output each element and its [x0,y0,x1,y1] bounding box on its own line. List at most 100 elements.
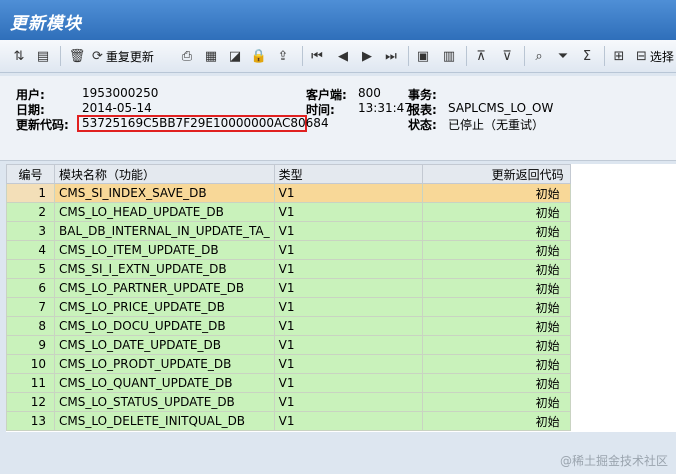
row-number-cell[interactable]: 3 [6,221,55,241]
module-name-cell[interactable]: CMS_LO_DELETE_INITQUAL_DB [54,411,275,431]
delete-icon[interactable]: 🗑 [68,46,86,66]
type-cell[interactable]: V1 [273,297,423,317]
column-header-number[interactable]: 编号 [6,164,55,184]
select-all-icon[interactable]: ⊞ [610,46,628,66]
table-row[interactable]: 8 CMS_LO_DOCU_UPDATE_DB V1 初始 [6,316,571,336]
printer-icon[interactable]: ⎙ [178,46,196,66]
status-value: 已停止（无重试） [448,118,545,132]
export-icon[interactable]: ⇪ [274,46,292,66]
date-value: 2014-05-14 [82,101,152,115]
row-number-cell[interactable]: 7 [6,297,55,317]
type-cell[interactable]: V1 [273,335,423,355]
select-button[interactable]: ⊟ 选择 [636,46,674,66]
module-name-cell[interactable]: BAL_DB_INTERNAL_IN_UPDATE_TA_ [54,221,275,241]
return-code-cell[interactable]: 初始 [421,411,571,431]
table-row[interactable]: 11 CMS_LO_QUANT_UPDATE_DB V1 初始 [6,373,571,393]
row-number-cell[interactable]: 13 [6,411,55,431]
return-code-cell[interactable]: 初始 [421,259,571,279]
type-cell[interactable]: V1 [273,259,423,279]
module-name-cell[interactable]: CMS_LO_PRODT_UPDATE_DB [54,354,275,374]
type-cell[interactable]: V1 [273,183,423,203]
deselect-icon: ⊟ [636,48,647,64]
return-code-cell[interactable]: 初始 [421,278,571,298]
previous-page-icon[interactable]: ◀ [334,46,352,66]
layout-icon[interactable]: ▣ [414,46,432,66]
return-code-cell[interactable]: 初始 [421,240,571,260]
row-number-cell[interactable]: 1 [6,183,55,203]
type-cell[interactable]: V1 [273,278,423,298]
time-label: 时间: [306,103,335,117]
type-cell[interactable]: V1 [273,202,423,222]
module-name-cell[interactable]: CMS_SI_I_EXTN_UPDATE_DB [54,259,275,279]
type-cell[interactable]: V1 [273,354,423,374]
module-name-cell[interactable]: CMS_SI_INDEX_SAVE_DB [54,183,275,203]
title-bar: 更新模块 [0,0,676,40]
document-icon[interactable]: ▥ [440,46,458,66]
module-name-cell[interactable]: CMS_LO_PRICE_UPDATE_DB [54,297,275,317]
module-name-cell[interactable]: CMS_LO_STATUS_UPDATE_DB [54,392,275,412]
table-row[interactable]: 4 CMS_LO_ITEM_UPDATE_DB V1 初始 [6,240,571,260]
table-row[interactable]: 9 CMS_LO_DATE_UPDATE_DB V1 初始 [6,335,571,355]
table-row[interactable]: 6 CMS_LO_PARTNER_UPDATE_DB V1 初始 [6,278,571,298]
table-row[interactable]: 12 CMS_LO_STATUS_UPDATE_DB V1 初始 [6,392,571,412]
sum-icon[interactable]: Σ [578,46,596,66]
table-row[interactable]: 7 CMS_LO_PRICE_UPDATE_DB V1 初始 [6,297,571,317]
type-cell[interactable]: V1 [273,240,423,260]
return-code-cell[interactable]: 初始 [421,392,571,412]
type-cell[interactable]: V1 [273,316,423,336]
return-code-cell[interactable]: 初始 [421,202,571,222]
table-row[interactable]: 2 CMS_LO_HEAD_UPDATE_DB V1 初始 [6,202,571,222]
row-number-cell[interactable]: 2 [6,202,55,222]
details-icon[interactable]: ⇅ [10,46,28,66]
select-label: 选择 [649,49,674,64]
module-name-cell[interactable]: CMS_LO_DATE_UPDATE_DB [54,335,275,355]
graphic-icon[interactable]: ◪ [226,46,244,66]
row-number-cell[interactable]: 11 [6,373,55,393]
window-title: 更新模块 [10,14,82,34]
table-row[interactable]: 13 CMS_LO_DELETE_INITQUAL_DB V1 初始 [6,411,571,431]
return-code-cell[interactable]: 初始 [421,354,571,374]
column-header-type[interactable]: 类型 [273,164,423,184]
row-number-cell[interactable]: 12 [6,392,55,412]
row-number-cell[interactable]: 6 [6,278,55,298]
module-name-cell[interactable]: CMS_LO_PARTNER_UPDATE_DB [54,278,275,298]
first-page-icon[interactable]: ⏮ [308,46,326,66]
row-number-cell[interactable]: 10 [6,354,55,374]
type-cell[interactable]: V1 [273,392,423,412]
row-number-cell[interactable]: 5 [6,259,55,279]
type-cell[interactable]: V1 [273,221,423,241]
next-page-icon[interactable]: ▶ [358,46,376,66]
last-page-icon[interactable]: ⏭ [382,46,400,66]
return-code-cell[interactable]: 初始 [421,335,571,355]
find-icon[interactable]: ⌕ [530,46,548,66]
table-header-row: 编号 模块名称（功能） 类型 更新返回代码 [6,164,571,184]
module-name-cell[interactable]: CMS_LO_HEAD_UPDATE_DB [54,202,275,222]
module-name-cell[interactable]: CMS_LO_QUANT_UPDATE_DB [54,373,275,393]
column-header-return-code[interactable]: 更新返回代码 [421,164,571,184]
display-icon[interactable]: ▤ [34,46,52,66]
return-code-cell[interactable]: 初始 [421,221,571,241]
table-row[interactable]: 5 CMS_SI_I_EXTN_UPDATE_DB V1 初始 [6,259,571,279]
filter-icon[interactable]: ⏷ [554,46,572,66]
sort-ascending-icon[interactable]: ⊼ [472,46,490,66]
sort-descending-icon[interactable]: ⊽ [498,46,516,66]
return-code-cell[interactable]: 初始 [421,373,571,393]
toolbar-separator [408,46,409,66]
module-name-cell[interactable]: CMS_LO_DOCU_UPDATE_DB [54,316,275,336]
type-cell[interactable]: V1 [273,373,423,393]
row-number-cell[interactable]: 4 [6,240,55,260]
row-number-cell[interactable]: 8 [6,316,55,336]
return-code-cell[interactable]: 初始 [421,297,571,317]
reupdate-button[interactable]: ⟳ 重复更新 [92,46,154,66]
lock-icon[interactable]: 🔒 [250,46,268,66]
module-name-cell[interactable]: CMS_LO_ITEM_UPDATE_DB [54,240,275,260]
table-row[interactable]: 10 CMS_LO_PRODT_UPDATE_DB V1 初始 [6,354,571,374]
return-code-cell[interactable]: 初始 [421,183,571,203]
row-number-cell[interactable]: 9 [6,335,55,355]
column-header-module-name[interactable]: 模块名称（功能） [54,164,275,184]
type-cell[interactable]: V1 [273,411,423,431]
return-code-cell[interactable]: 初始 [421,316,571,336]
table-row[interactable]: 1 CMS_SI_INDEX_SAVE_DB V1 初始 [6,183,571,203]
list-icon[interactable]: ▦ [202,46,220,66]
table-row[interactable]: 3 BAL_DB_INTERNAL_IN_UPDATE_TA_ V1 初始 [6,221,571,241]
